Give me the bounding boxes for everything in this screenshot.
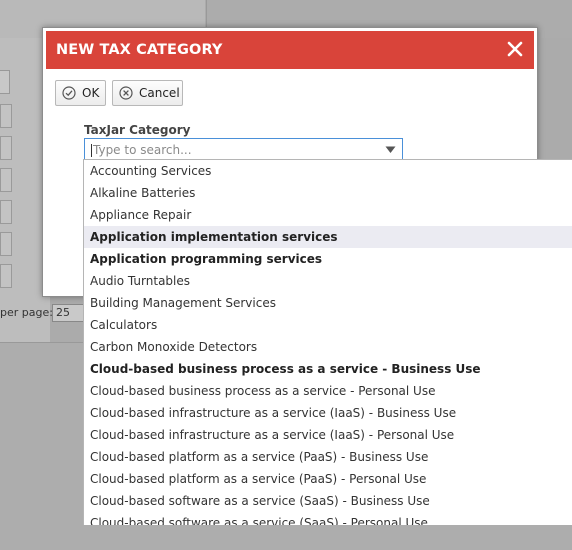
check-circle-icon — [62, 86, 76, 100]
per-page-label: per page: — [0, 306, 53, 319]
background-row-button — [0, 264, 12, 288]
dropdown-option[interactable]: Building Management Services — [84, 292, 572, 314]
dropdown-option[interactable]: Accounting Services — [84, 160, 572, 182]
ok-button[interactable]: OK — [55, 80, 106, 106]
background-row-button — [0, 104, 12, 128]
dropdown-option[interactable]: Carbon Monoxide Detectors — [84, 336, 572, 358]
background-row-button — [0, 168, 12, 192]
taxjar-category-label: TaxJar Category — [84, 123, 191, 137]
background-row-button — [0, 200, 12, 224]
dropdown-option[interactable]: Cloud-based platform as a service (PaaS)… — [84, 446, 572, 468]
dialog-title: NEW TAX CATEGORY — [56, 42, 223, 58]
dropdown-option[interactable]: Cloud-based platform as a service (PaaS)… — [84, 468, 572, 490]
cancel-button-label: Cancel — [139, 86, 180, 100]
close-button[interactable] — [504, 38, 526, 60]
background-bottom — [0, 525, 572, 550]
background-row-button — [0, 232, 12, 256]
chevron-down-icon[interactable] — [385, 146, 396, 154]
dropdown-option[interactable]: Cloud-based infrastructure as a service … — [84, 402, 572, 424]
background-field — [0, 70, 10, 94]
dropdown-option[interactable]: Cloud-based business process as a servic… — [84, 358, 572, 380]
dropdown-option[interactable]: Appliance Repair — [84, 204, 572, 226]
dropdown-option[interactable]: Cloud-based software as a service (SaaS)… — [84, 512, 572, 526]
ok-button-label: OK — [82, 86, 100, 100]
text-cursor — [91, 144, 92, 157]
close-icon — [507, 41, 523, 57]
dropdown-option[interactable]: Alkaline Batteries — [84, 182, 572, 204]
dropdown-option[interactable]: Cloud-based infrastructure as a service … — [84, 424, 572, 446]
dropdown-option[interactable]: Application implementation services — [84, 226, 572, 248]
dropdown-option[interactable]: Application programming services — [84, 248, 572, 270]
taxjar-category-dropdown-list[interactable]: Accounting Services Alkaline Batteries App… — [83, 159, 572, 526]
dropdown-option[interactable]: Audio Turntables — [84, 270, 572, 292]
cancel-button[interactable]: Cancel — [112, 80, 183, 106]
dropdown-option[interactable]: Calculators — [84, 314, 572, 336]
dropdown-option[interactable]: Cloud-based business process as a servic… — [84, 380, 572, 402]
dialog-header: NEW TAX CATEGORY — [46, 31, 534, 69]
dropdown-option[interactable]: Cloud-based software as a service (SaaS)… — [84, 490, 572, 512]
background-row-button — [0, 136, 12, 160]
cancel-circle-icon — [119, 86, 133, 100]
search-placeholder: Type to search... — [93, 143, 192, 157]
